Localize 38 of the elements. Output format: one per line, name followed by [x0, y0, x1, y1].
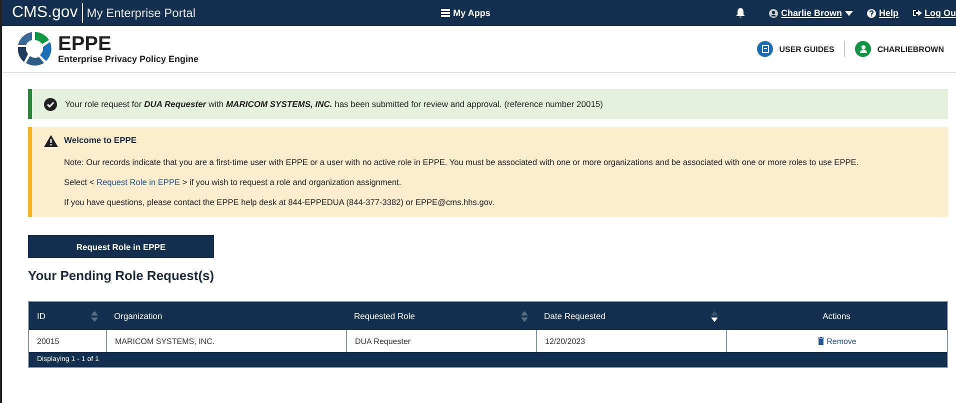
caret-icon	[845, 10, 853, 16]
app-title: EPPE	[58, 34, 112, 54]
contact-text: If you have questions, please contact the EPPE help desk at 844-EPPEDUA (844-377-3382) or EPPE@cms.hhs.gov.	[64, 197, 496, 207]
warning-title: Welcome to EPPE	[64, 135, 138, 147]
column-header[interactable]: Requested Role	[346, 302, 536, 330]
column-header[interactable]: ID	[29, 302, 106, 330]
document-icon	[757, 41, 774, 57]
check-circle-icon	[44, 98, 57, 110]
list-icon	[441, 9, 450, 17]
help-link[interactable]: Help	[867, 8, 899, 18]
request-role-link[interactable]: Request Role in EPPE	[96, 177, 180, 187]
request-role-button[interactable]: Request Role in EPPE	[28, 235, 214, 258]
user-icon	[768, 8, 778, 18]
my-apps-link[interactable]: My Apps	[441, 8, 490, 18]
logout-link[interactable]: Log Ou	[912, 8, 956, 18]
success-message: Your role request for DUA Requester with MARICOM SYSTEMS, INC. has been submitted for review and approval. (reference number 20015)	[65, 99, 603, 109]
table-cell-text: 20015	[36, 336, 60, 348]
remove-link[interactable]: Remove	[818, 336, 856, 346]
ring-logo	[16, 30, 54, 68]
brand-logo[interactable]: CMS.gov	[12, 3, 83, 23]
account-link[interactable]: CHARLIEBROWN	[855, 41, 944, 57]
trash-icon	[818, 337, 824, 345]
column-header[interactable]: Date Requested	[536, 302, 726, 330]
logout-icon	[912, 9, 922, 17]
portal-title: My Enterprise Portal	[86, 6, 196, 20]
select-instruction: Select < Request Role in EPPE > if you wish to request a role and organization assignment.	[64, 177, 402, 187]
user-menu-link[interactable]: Charlie Brown	[768, 8, 853, 18]
user-guides-link[interactable]: USER GUIDES	[757, 41, 834, 57]
app-subtitle: Enterprise Privacy Policy Engine	[58, 54, 199, 64]
user-icon	[855, 41, 872, 57]
section-heading: Your Pending Role Request(s)	[28, 268, 216, 283]
column-header: Actions	[822, 310, 852, 323]
warning-icon	[44, 135, 58, 147]
bell-icon[interactable]	[736, 8, 745, 18]
sort-icon[interactable]	[711, 310, 718, 322]
help-icon	[867, 8, 876, 18]
column-header: Organization	[113, 310, 164, 323]
note-text: Note: Our records indicate that you are a first-time user with EPPE or a user with no active role in EPPE. You must be associated with one or more organizations and be associated with one or more roles to use EPPE.	[64, 157, 860, 167]
